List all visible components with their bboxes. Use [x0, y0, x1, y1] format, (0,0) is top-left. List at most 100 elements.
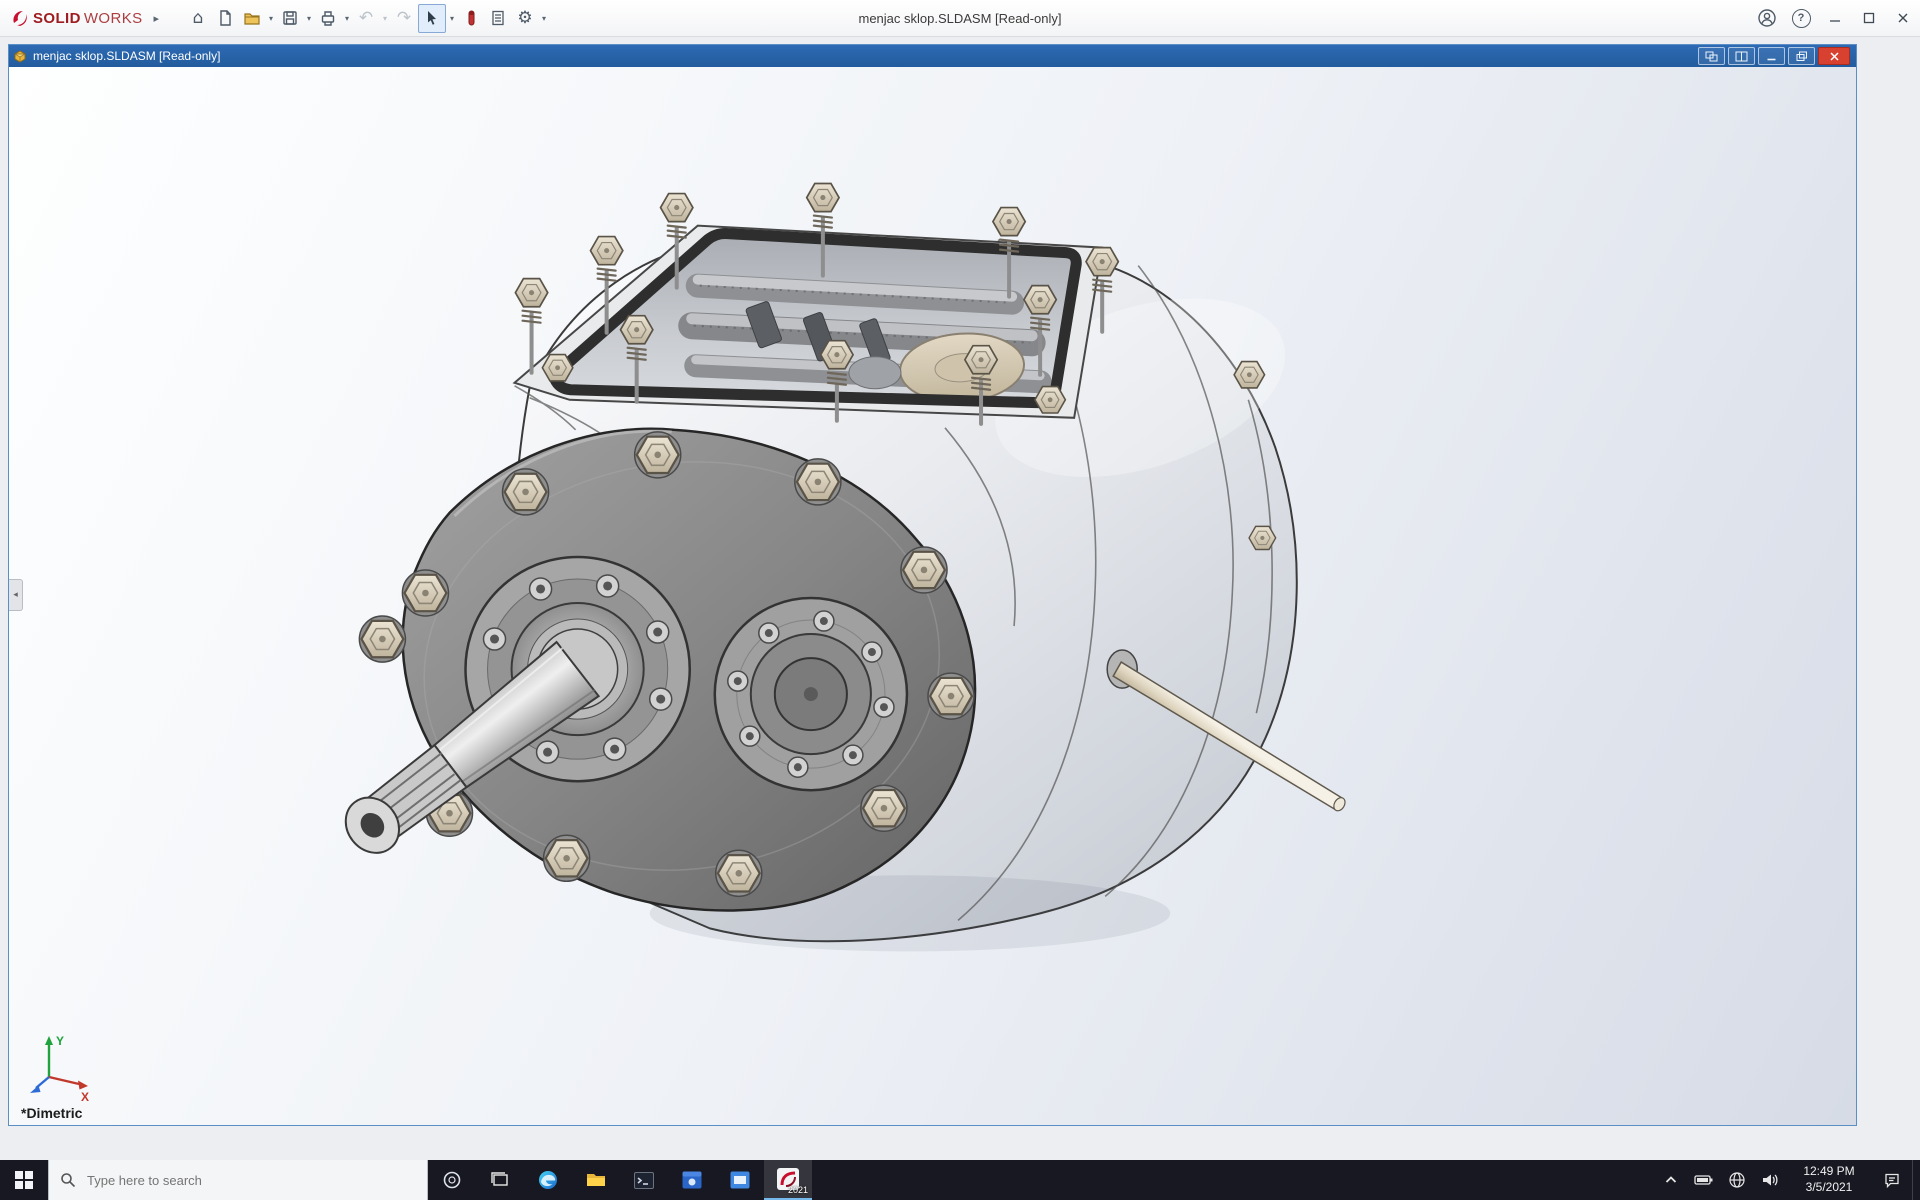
doc-restore-button[interactable]	[1788, 47, 1815, 65]
solidworks-year-badge: 2021	[788, 1185, 808, 1195]
taskbar: 2021 12:49 PM 3/5/2021	[0, 1160, 1920, 1200]
volume-tray-button[interactable]	[1753, 1160, 1786, 1200]
save-caret-icon[interactable]: ▾	[304, 14, 314, 23]
redo-icon: ↷	[397, 10, 411, 27]
start-button[interactable]	[0, 1160, 48, 1200]
app-window-icon-2	[729, 1170, 751, 1190]
panel-collapse-tab[interactable]: ◂	[9, 579, 23, 611]
select-caret-icon[interactable]: ▾	[447, 14, 457, 23]
help-button[interactable]: ?	[1784, 0, 1818, 36]
taskbar-clock[interactable]: 12:49 PM 3/5/2021	[1786, 1160, 1872, 1200]
task-view-button[interactable]	[476, 1160, 524, 1200]
app-window-controls: ?	[1750, 0, 1920, 36]
window-pane-button-2[interactable]	[1728, 47, 1755, 65]
select-tool-button[interactable]	[418, 4, 446, 33]
document-window-controls	[1698, 47, 1852, 65]
search-input[interactable]	[85, 1172, 416, 1189]
login-button[interactable]	[1750, 0, 1784, 36]
clock-time: 12:49 PM	[1803, 1164, 1854, 1180]
open-caret-icon[interactable]: ▾	[266, 14, 276, 23]
network-tray-button[interactable]	[1720, 1160, 1753, 1200]
print-icon	[319, 9, 337, 27]
clock-date: 3/5/2021	[1806, 1180, 1853, 1196]
show-desktop-button[interactable]	[1912, 1160, 1920, 1200]
app-close-button[interactable]	[1886, 0, 1920, 36]
y-axis-icon	[45, 1036, 53, 1045]
solidworks-logo: SOLIDWORKS ▸	[0, 8, 159, 28]
red-capsule-icon	[462, 9, 480, 27]
file-explorer-icon	[585, 1170, 607, 1190]
select-cursor-icon	[424, 10, 440, 26]
window-split-icon	[1735, 51, 1748, 62]
help-icon: ?	[1792, 9, 1811, 28]
document-titlebar[interactable]: menjac sklop.SLDASM [Read-only]	[9, 45, 1856, 67]
volume-icon	[1761, 1172, 1779, 1188]
save-button[interactable]	[277, 5, 303, 32]
new-document-button[interactable]	[212, 5, 238, 32]
taskbar-search[interactable]	[48, 1160, 428, 1200]
doc-close-button[interactable]	[1818, 47, 1850, 65]
home-button[interactable]: ⌂	[185, 5, 211, 32]
search-icon	[60, 1172, 76, 1188]
red-tool-button[interactable]	[458, 5, 484, 32]
doc-minimize-button[interactable]	[1758, 47, 1785, 65]
user-icon	[1757, 8, 1777, 28]
doc-close-icon	[1829, 51, 1840, 62]
redo-button[interactable]: ↷	[391, 5, 417, 32]
undo-caret-icon[interactable]: ▾	[380, 14, 390, 23]
file-explorer-button[interactable]	[572, 1160, 620, 1200]
print-caret-icon[interactable]: ▾	[342, 14, 352, 23]
action-center-button[interactable]	[1872, 1160, 1912, 1200]
document-properties-button[interactable]	[485, 5, 511, 32]
toolbar-flyout-icon[interactable]: ▸	[154, 12, 160, 25]
open-button[interactable]	[239, 5, 265, 32]
new-document-icon	[216, 9, 234, 27]
undo-icon: ↶	[359, 10, 373, 27]
options-caret-icon[interactable]: ▾	[539, 14, 549, 23]
app-window-icon-1	[681, 1170, 703, 1190]
screen: SOLIDWORKS ▸ ⌂ ▾ ▾ ▾ ↶ ▾ ↷	[0, 0, 1920, 1200]
solidworks-taskbar-button[interactable]: 2021	[764, 1160, 812, 1200]
tray-chevron-button[interactable]	[1654, 1160, 1687, 1200]
edge-button[interactable]	[524, 1160, 572, 1200]
gear-icon: ⚙	[517, 10, 532, 27]
options-button[interactable]: ⚙	[512, 5, 538, 32]
taskbar-empty-area	[812, 1160, 1654, 1200]
document-title: menjac sklop.SLDASM [Read-only]	[33, 49, 220, 63]
viewport-3d[interactable]: ◂ Y X *Dimetric	[9, 67, 1856, 1125]
document-window: menjac sklop.SLDASM [Read-only]	[8, 44, 1857, 1126]
right-bearing-hub[interactable]	[715, 598, 907, 790]
task-view-icon	[490, 1171, 510, 1189]
brand-text-bold: SOLID	[33, 10, 81, 27]
print-button[interactable]	[315, 5, 341, 32]
brand-text-light: WORKS	[84, 10, 143, 27]
chevron-up-icon	[1663, 1172, 1679, 1188]
maximize-icon	[1863, 12, 1875, 24]
terminal-button[interactable]	[620, 1160, 668, 1200]
doc-restore-icon	[1796, 51, 1808, 62]
x-axis-icon	[78, 1081, 88, 1090]
action-center-icon	[1883, 1171, 1901, 1189]
terminal-icon	[633, 1171, 655, 1190]
windows-logo-icon	[15, 1171, 33, 1189]
undo-button[interactable]: ↶	[353, 5, 379, 32]
doc-minimize-icon	[1766, 51, 1777, 62]
battery-tray-button[interactable]	[1687, 1160, 1720, 1200]
document-list-icon	[489, 9, 507, 27]
gearbox-model[interactable]	[9, 67, 1856, 1125]
save-icon	[281, 9, 299, 27]
app-minimize-button[interactable]	[1818, 0, 1852, 36]
close-icon	[1897, 12, 1909, 24]
x-axis-label: X	[81, 1090, 89, 1104]
cortana-button[interactable]	[428, 1160, 476, 1200]
app-maximize-button[interactable]	[1852, 0, 1886, 36]
network-icon	[1728, 1171, 1746, 1189]
y-axis-label: Y	[56, 1034, 64, 1048]
orientation-triad[interactable]: Y X	[23, 1031, 97, 1105]
app-window-button-1[interactable]	[668, 1160, 716, 1200]
app-window-button-2[interactable]	[716, 1160, 764, 1200]
quick-access-toolbar: ⌂ ▾ ▾ ▾ ↶ ▾ ↷ ▾	[185, 4, 549, 33]
top-cover-assembly[interactable]	[515, 184, 1119, 424]
app-window-title: menjac sklop.SLDASM [Read-only]	[858, 11, 1061, 26]
window-pane-button-1[interactable]	[1698, 47, 1725, 65]
